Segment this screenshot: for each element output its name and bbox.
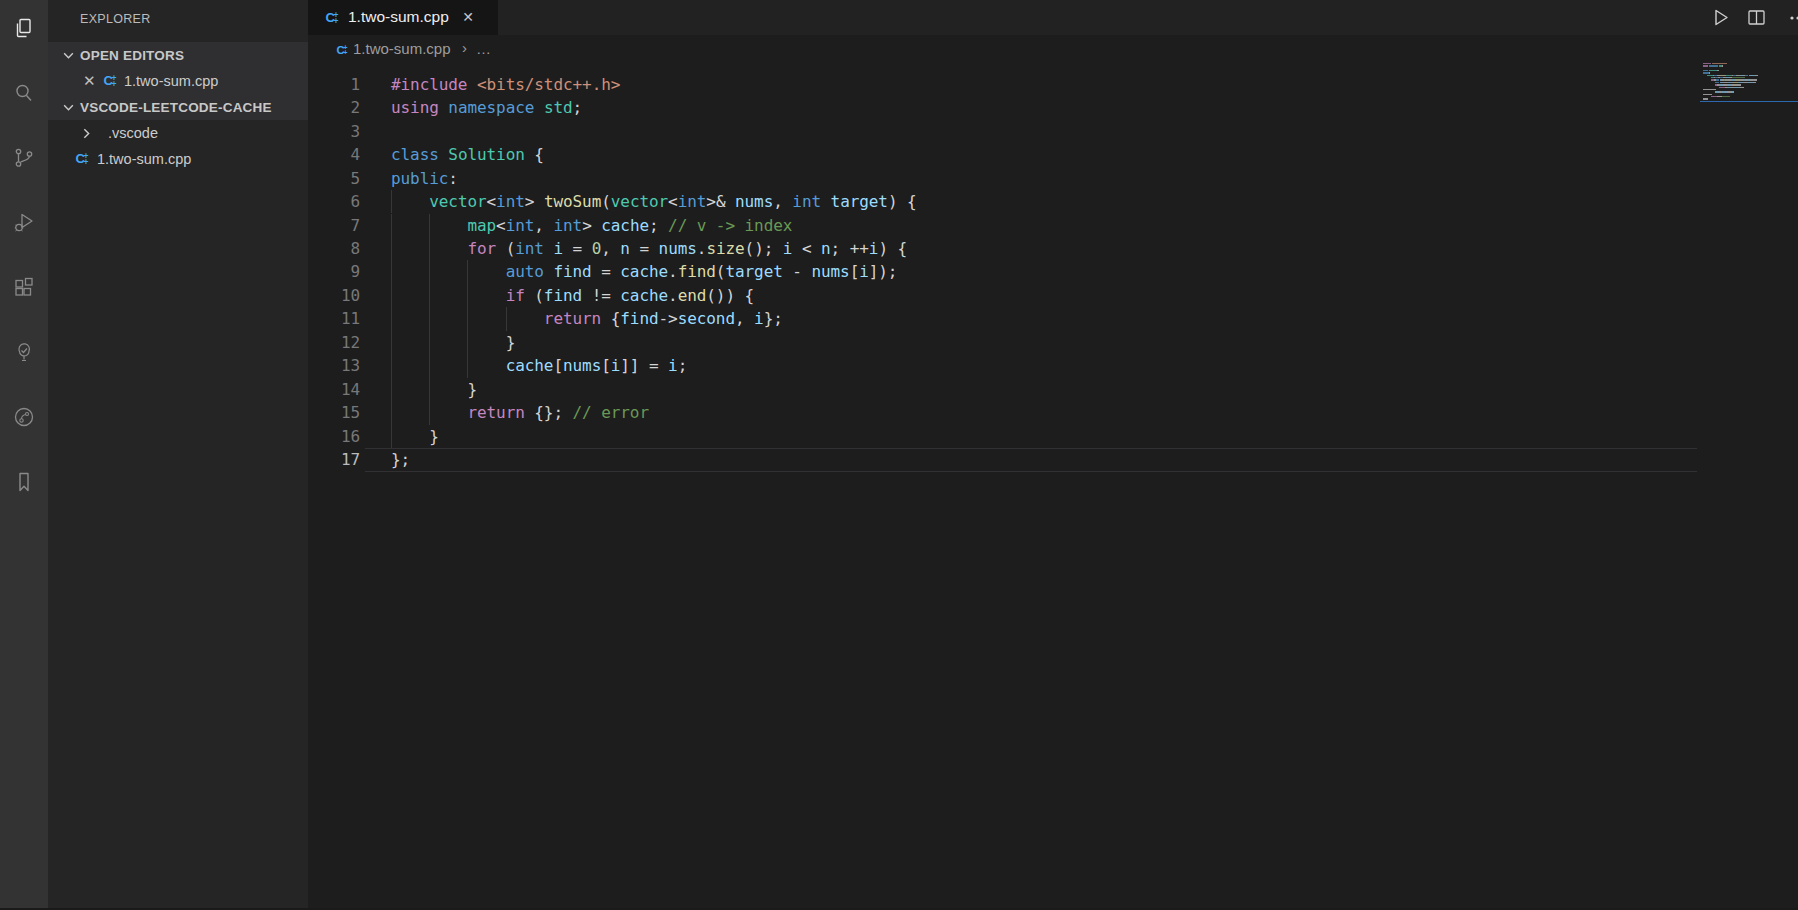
chevron-right-icon bbox=[80, 127, 93, 140]
code-line[interactable]: return {find->second, i}; bbox=[391, 309, 783, 328]
line-number: 12 bbox=[308, 333, 360, 352]
split-editor-button[interactable] bbox=[1745, 6, 1768, 29]
minimap-current-line bbox=[1700, 101, 1798, 103]
chevron-down-icon bbox=[62, 49, 75, 62]
test-tree-icon[interactable] bbox=[0, 328, 48, 376]
code-line[interactable]: } bbox=[391, 380, 477, 399]
sidebar-title: EXPLORER bbox=[80, 12, 150, 26]
tab-bar: C++ 1.two-sum.cpp ✕ bbox=[308, 0, 1798, 35]
code-line[interactable]: } bbox=[391, 333, 515, 352]
line-number: 14 bbox=[308, 380, 360, 399]
line-number: 16 bbox=[308, 427, 360, 446]
activity-bar bbox=[0, 0, 48, 910]
tab-close-icon[interactable]: ✕ bbox=[459, 8, 477, 26]
tab-two-sum[interactable]: C++ 1.two-sum.cpp ✕ bbox=[308, 0, 498, 35]
code-line[interactable]: auto find = cache.find(target - nums[i])… bbox=[391, 262, 897, 281]
section-open-editors[interactable]: OPEN EDITORS bbox=[48, 42, 308, 68]
code-line[interactable]: if (find != cache.end()) { bbox=[391, 286, 754, 305]
code-line[interactable]: class Solution { bbox=[391, 145, 544, 164]
tree-item-cpp-file[interactable]: C++ 1.two-sum.cpp bbox=[48, 146, 308, 172]
line-number: 4 bbox=[308, 145, 360, 164]
code-line[interactable]: }; bbox=[391, 450, 410, 469]
run-debug-icon[interactable] bbox=[0, 199, 48, 247]
breadcrumb[interactable]: C++ 1.two-sum.cpp › … bbox=[308, 35, 1798, 62]
more-actions-button[interactable] bbox=[1787, 6, 1798, 29]
svg-text:+: + bbox=[333, 16, 338, 25]
code-line[interactable]: using namespace std; bbox=[391, 98, 582, 117]
sidebar-explorer: EXPLORER OPEN EDITORS ✕ C++ 1.two-sum.cp… bbox=[48, 0, 308, 910]
code-editor[interactable]: 1 #include <bits/stdc++.h> 2 using namespac… bbox=[308, 62, 1798, 910]
cpp-file-icon: C++ bbox=[325, 10, 340, 29]
search-icon[interactable] bbox=[0, 69, 48, 117]
code-line[interactable]: public: bbox=[391, 169, 458, 188]
code-line[interactable]: return {}; // error bbox=[391, 403, 649, 422]
line-number: 6 bbox=[308, 192, 360, 211]
breadcrumb-separator: › bbox=[462, 39, 467, 56]
source-control-icon[interactable] bbox=[0, 134, 48, 182]
svg-text:+: + bbox=[111, 79, 116, 88]
line-number: 11 bbox=[308, 309, 360, 328]
chevron-down-icon bbox=[62, 101, 75, 114]
line-number: 3 bbox=[308, 122, 360, 141]
line-number: 2 bbox=[308, 98, 360, 117]
code-line[interactable]: map<int, int> cache; // v -> index bbox=[391, 216, 792, 235]
code-line[interactable]: for (int i = 0, n = nums.size(); i < n; … bbox=[391, 239, 907, 258]
current-line-border bbox=[365, 471, 1697, 472]
editor-group: C++ 1.two-sum.cpp ✕ C++ 1.two-sum.cpp › … bbox=[308, 0, 1798, 910]
line-number: 15 bbox=[308, 403, 360, 422]
code-line[interactable]: #include <bits/stdc++.h> bbox=[391, 75, 620, 94]
code-line[interactable]: } bbox=[391, 427, 439, 446]
line-number: 7 bbox=[308, 216, 360, 235]
line-number: 17 bbox=[308, 450, 360, 469]
tree-item-vscode-folder[interactable]: .vscode bbox=[48, 120, 308, 146]
cpp-file-icon: C++ bbox=[336, 42, 349, 59]
line-number: 13 bbox=[308, 356, 360, 375]
commit-graph-icon[interactable] bbox=[0, 393, 48, 441]
svg-text:+: + bbox=[83, 157, 88, 166]
open-editor-item[interactable]: ✕ C++ 1.two-sum.cpp bbox=[48, 68, 308, 94]
current-line-border bbox=[365, 448, 1697, 449]
code-line[interactable]: vector<int> twoSum(vector<int>& nums, in… bbox=[391, 192, 917, 211]
line-number: 10 bbox=[308, 286, 360, 305]
line-number: 1 bbox=[308, 75, 360, 94]
breadcrumb-more[interactable]: … bbox=[476, 40, 491, 57]
files-icon[interactable] bbox=[0, 4, 48, 52]
section-workspace[interactable]: VSCODE-LEETCODE-CACHE bbox=[48, 94, 308, 120]
line-number: 8 bbox=[308, 239, 360, 258]
bookmark-icon[interactable] bbox=[0, 458, 48, 506]
cpp-file-icon: C++ bbox=[103, 73, 118, 91]
run-button[interactable] bbox=[1709, 6, 1732, 29]
svg-text:+: + bbox=[343, 48, 347, 56]
line-number: 9 bbox=[308, 262, 360, 281]
cpp-file-icon: C++ bbox=[75, 151, 90, 169]
extensions-icon[interactable] bbox=[0, 263, 48, 311]
code-line[interactable]: cache[nums[i]] = i; bbox=[391, 356, 687, 375]
close-icon[interactable]: ✕ bbox=[83, 72, 96, 90]
line-number: 5 bbox=[308, 169, 360, 188]
